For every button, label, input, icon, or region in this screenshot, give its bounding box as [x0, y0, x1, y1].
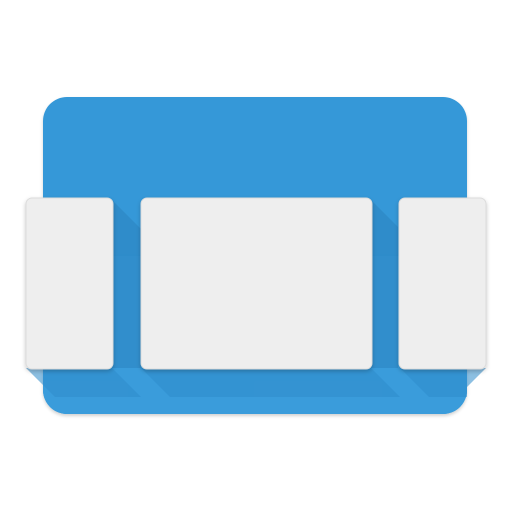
right-card [398, 197, 487, 370]
center-card [140, 197, 373, 370]
carousel-app-icon [25, 97, 487, 414]
left-card [25, 197, 114, 370]
app-icon-stage [0, 0, 512, 512]
